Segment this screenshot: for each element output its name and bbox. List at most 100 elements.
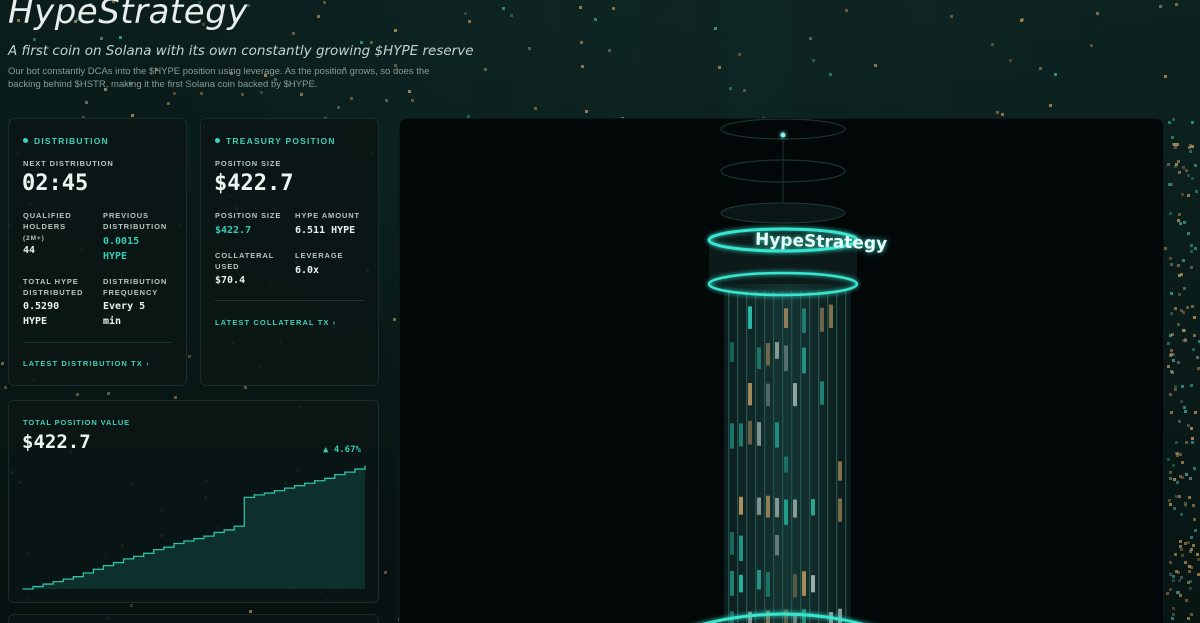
tower-window <box>748 382 752 406</box>
tower-window <box>838 498 842 522</box>
lit-window <box>1170 135 1174 139</box>
lit-window <box>1187 173 1191 177</box>
lit-window <box>385 99 389 103</box>
tower-window <box>766 610 770 623</box>
lit-window <box>1172 118 1176 122</box>
chart-point <box>22 588 24 590</box>
lit-window <box>173 396 177 400</box>
lit-window <box>581 64 585 68</box>
distribution-heading: DISTRIBUTION <box>23 136 109 146</box>
lit-window <box>1189 548 1193 552</box>
lit-window <box>1096 11 1100 15</box>
lit-window <box>1019 19 1023 23</box>
tower-window <box>811 499 815 516</box>
tower-mullion <box>755 291 757 623</box>
lit-window <box>1176 590 1180 594</box>
divider <box>23 342 172 343</box>
lit-window <box>350 97 354 101</box>
lit-window <box>812 59 816 63</box>
tower-window <box>730 342 734 362</box>
lit-window <box>873 64 877 68</box>
lit-window <box>1181 384 1185 388</box>
lit-window <box>1193 528 1197 532</box>
lit-window <box>593 18 597 22</box>
collateral-used-value: $70.4 <box>215 275 246 286</box>
lit-window <box>1054 73 1058 77</box>
lit-window <box>1089 44 1093 48</box>
next-distribution-countdown: 02:45 <box>22 171 89 196</box>
lit-window <box>1170 292 1173 296</box>
tower-window <box>829 304 833 328</box>
distribution-card: DISTRIBUTION NEXT DISTRIBUTION 02:45 QUA… <box>8 118 187 386</box>
lit-window <box>1179 540 1183 544</box>
latest-distribution-tx-link[interactable]: LATEST DISTRIBUTION TX › <box>23 359 150 368</box>
lit-window <box>1171 352 1175 356</box>
lit-window <box>1038 66 1042 70</box>
lit-window <box>1179 453 1183 456</box>
lit-window <box>33 37 36 41</box>
lit-window <box>717 65 721 69</box>
lit-window <box>1189 427 1193 431</box>
lit-window <box>1192 517 1196 521</box>
lit-window <box>1171 578 1175 582</box>
tower-window <box>748 306 752 329</box>
lit-window <box>336 106 340 110</box>
lit-window <box>579 41 583 45</box>
chart-point <box>133 555 135 558</box>
tower-window <box>820 307 824 332</box>
chart-point <box>334 474 336 476</box>
lit-window <box>1193 247 1197 251</box>
lit-window <box>1172 359 1176 363</box>
lit-window <box>1178 594 1182 598</box>
lit-window <box>1183 541 1187 545</box>
chart-point <box>253 494 255 496</box>
tower-window <box>757 422 761 446</box>
lit-window <box>1170 333 1174 337</box>
lit-window <box>509 14 513 18</box>
lit-window <box>1184 168 1188 172</box>
chart-point <box>233 525 235 527</box>
collateral-used-label: COLLATERAL USED <box>215 251 275 271</box>
lit-window <box>468 19 472 23</box>
lit-window <box>299 92 303 96</box>
chart-point <box>344 471 346 473</box>
lit-window <box>240 93 244 97</box>
lit-window <box>1184 441 1188 445</box>
lit-window <box>1196 366 1200 370</box>
lit-window <box>1169 211 1173 215</box>
tower-mullion <box>791 291 793 623</box>
lit-window <box>713 26 717 30</box>
tower-scene[interactable]: HypeStrategy <box>399 118 1164 623</box>
chart-point <box>243 496 245 498</box>
chart-point <box>92 568 95 570</box>
lit-window <box>1191 120 1195 124</box>
lit-window <box>1182 286 1186 290</box>
lit-window <box>1191 503 1195 507</box>
tower-mullion <box>845 291 847 623</box>
lit-window <box>1174 387 1178 391</box>
lit-window <box>1190 243 1194 247</box>
lit-window <box>1168 498 1172 502</box>
lit-window <box>611 7 615 11</box>
lit-window <box>75 392 79 396</box>
chart-point <box>102 565 105 567</box>
latest-collateral-tx-link[interactable]: LATEST COLLATERAL TX › <box>215 318 336 327</box>
lit-window <box>1169 471 1173 475</box>
lit-window <box>187 354 191 358</box>
lit-window <box>1187 232 1191 236</box>
lit-window <box>1189 384 1193 388</box>
lit-window <box>1180 460 1184 464</box>
tower-mullion <box>782 291 784 623</box>
lit-window <box>317 15 321 19</box>
tower-window <box>757 497 761 515</box>
lit-window <box>167 101 171 105</box>
lit-window <box>1168 256 1172 260</box>
lit-window <box>260 90 264 94</box>
tower-mullion <box>827 291 829 623</box>
lit-window <box>1174 162 1178 166</box>
lit-window <box>1182 221 1186 225</box>
lit-window <box>1189 266 1193 270</box>
previous-distribution-label: PREVIOUS DISTRIBUTION <box>103 211 168 231</box>
tagline: A first coin on Solana with its own cons… <box>8 43 474 59</box>
tower-window <box>775 422 779 448</box>
